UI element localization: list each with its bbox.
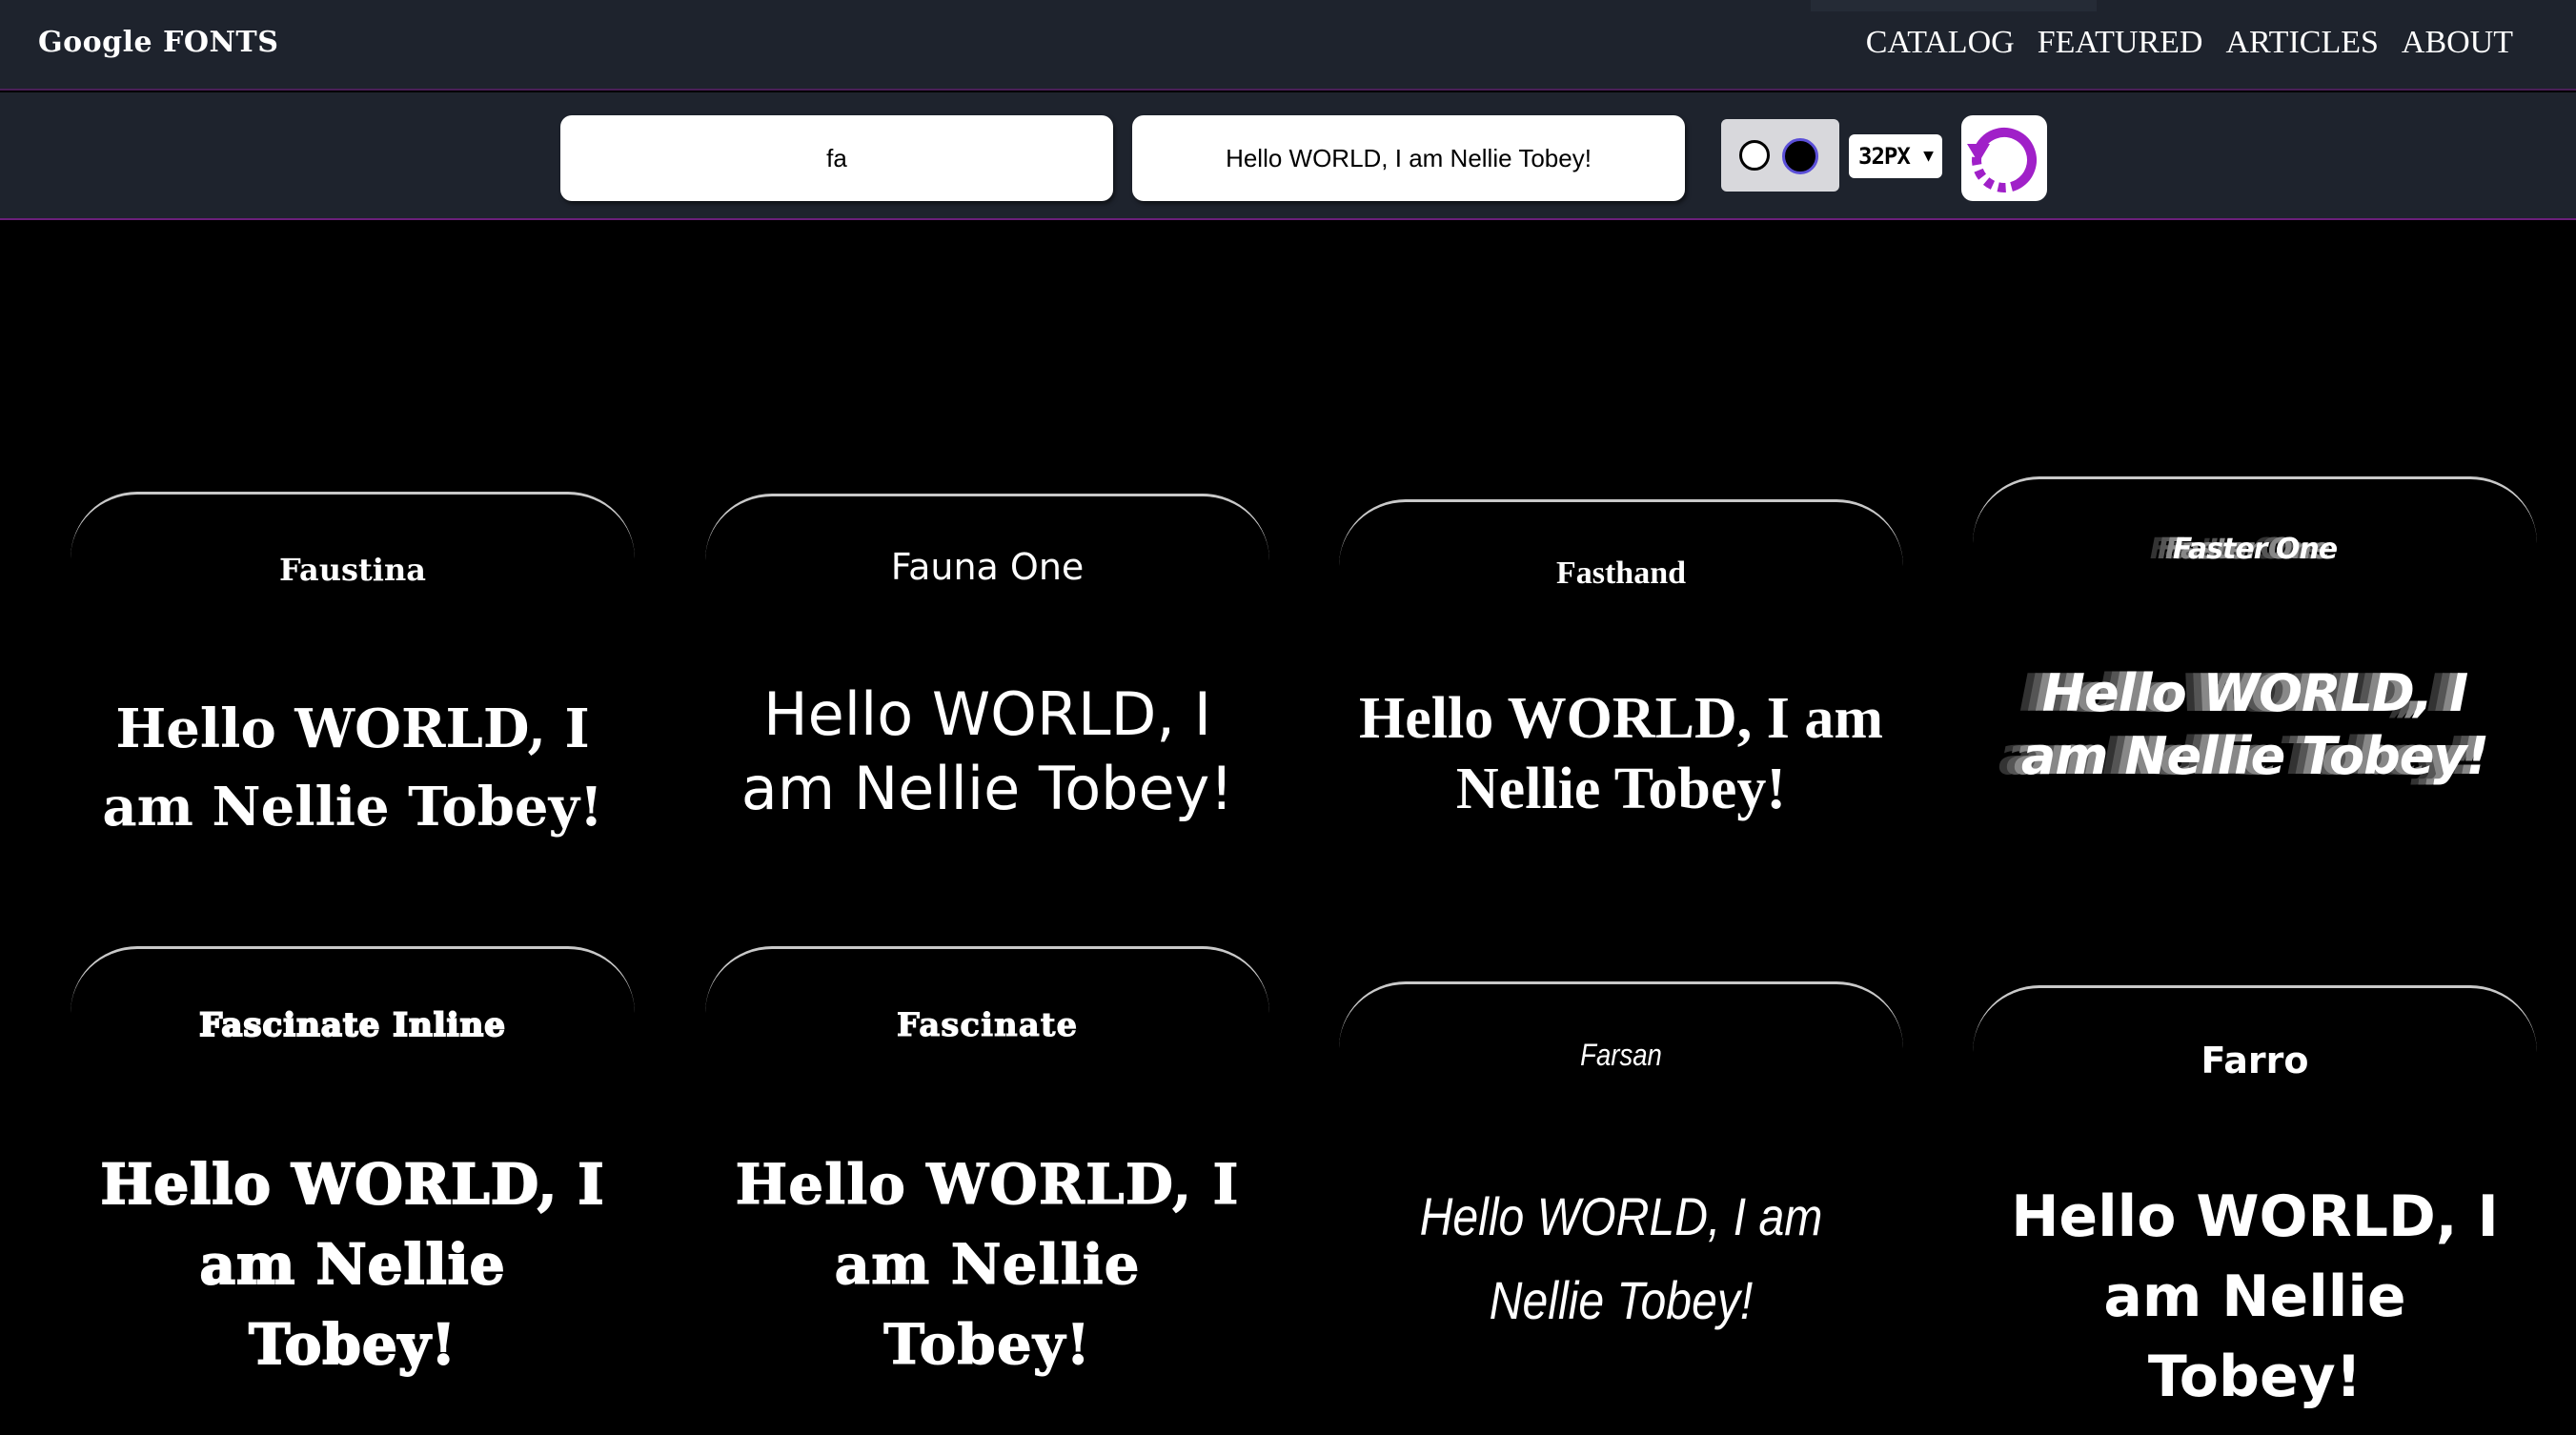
preview-text-input[interactable]	[1132, 115, 1685, 201]
filter-toolbar: 32PX ▼	[0, 92, 2576, 220]
font-sample-text: Hello WORLD, I am Nellie Tobey!	[1359, 686, 1883, 821]
reset-icon	[1967, 128, 2037, 192]
nav-catalog[interactable]: CATALOG	[1866, 25, 2015, 61]
font-card-fascinate[interactable]: Fascinate Hello WORLD, I am Nellie Tobey…	[705, 946, 1269, 1378]
nav-articles[interactable]: ARTICLES	[2225, 25, 2378, 61]
reset-button[interactable]	[1961, 115, 2047, 201]
font-card-fauna-one[interactable]: Fauna One Hello WORLD, I am Nellie Tobey…	[705, 494, 1269, 913]
main-nav: CATALOG FEATURED ARTICLES ABOUT	[1866, 25, 2513, 61]
font-card-faustina[interactable]: Faustina Hello WORLD, I am Nellie Tobey!	[71, 492, 635, 911]
font-card-faster-one[interactable]: Faster One Hello WORLD, I am Nellie Tobe…	[1973, 476, 2537, 896]
font-search-input[interactable]	[560, 115, 1113, 201]
font-name: Fascinate Inline	[198, 1005, 506, 1045]
font-name: Faster One	[2172, 533, 2338, 566]
font-name: Fasthand	[1555, 556, 1687, 591]
font-sample-text: Hello WORLD, I am Nellie Tobey!	[2011, 1183, 2499, 1410]
dark-theme-icon[interactable]	[1782, 138, 1818, 174]
font-name: Fauna One	[890, 546, 1085, 588]
font-size-select[interactable]: 32PX ▼	[1849, 134, 1942, 178]
font-size-value: 32PX	[1858, 143, 1911, 170]
top-header: Google FONTS CATALOG FEATURED ARTICLES A…	[0, 0, 2576, 91]
chevron-down-icon: ▼	[1923, 146, 1934, 166]
font-sample-text: Hello WORLD, I am Nellie Tobey!	[1419, 1186, 1823, 1330]
font-sample-text: Hello WORLD, I am Nellie Tobey!	[99, 1151, 605, 1378]
font-card-farsan[interactable]: Farsan Hello WORLD, I am Nellie Tobey!	[1339, 981, 1903, 1401]
font-name: Farsan	[1580, 1038, 1662, 1072]
brand-logo[interactable]: Google FONTS	[38, 26, 278, 59]
nav-about[interactable]: ABOUT	[2402, 25, 2513, 61]
header-shade	[1811, 0, 2097, 11]
font-card-fasthand[interactable]: Fasthand Hello WORLD, I am Nellie Tobey!	[1339, 499, 1903, 919]
theme-toggle[interactable]	[1721, 119, 1839, 192]
light-theme-icon[interactable]	[1739, 140, 1770, 171]
font-sample-text: Hello WORLD, I am Nellie Tobey!	[2020, 663, 2489, 786]
font-sample-text: Hello WORLD, I am Nellie Tobey!	[740, 679, 1234, 823]
font-card-fascinate-inline[interactable]: Fascinate Inline Hello WORLD, I am Nelli…	[71, 946, 635, 1378]
font-name: Faustina	[279, 552, 426, 588]
font-card-farro[interactable]: Farro Hello WORLD, I am Nellie Tobey!	[1973, 985, 2537, 1410]
font-sample-text: Hello WORLD, I am Nellie Tobey!	[102, 697, 603, 839]
font-name: Farro	[2201, 1040, 2309, 1081]
font-sample-text: Hello WORLD, I am Nellie Tobey!	[735, 1152, 1240, 1378]
font-name: Fascinate	[896, 1006, 1079, 1045]
nav-featured[interactable]: FEATURED	[2038, 25, 2203, 61]
